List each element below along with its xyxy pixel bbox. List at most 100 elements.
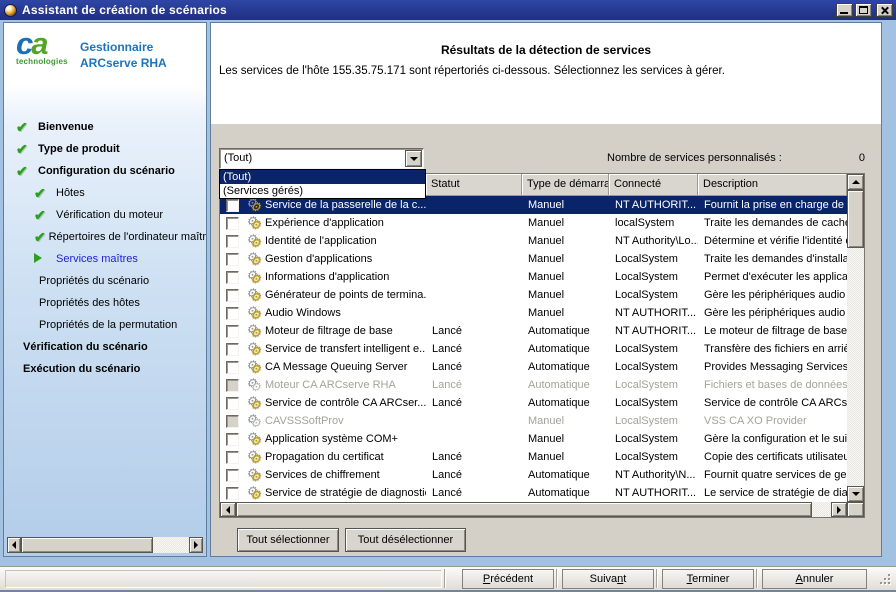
row-checkbox[interactable] bbox=[226, 469, 239, 482]
vertical-scroll-thumb[interactable] bbox=[847, 190, 864, 248]
cell-start-type: Manuel bbox=[522, 304, 609, 322]
cell-start-type: Manuel bbox=[522, 430, 609, 448]
sidebar-item-6[interactable]: ✔Répertoires de l'ordinateur maîtr bbox=[4, 226, 206, 248]
sidebar-item-9[interactable]: Propriétés des hôtes bbox=[4, 292, 206, 314]
table-row[interactable]: ⚙⚙Moteur CA ARCserve RHALancéAutomatique… bbox=[220, 376, 847, 394]
sidebar-item-8[interactable]: Propriétés du scénario bbox=[4, 270, 206, 292]
table-row[interactable]: ⚙⚙Informations d'applicationManuelLocalS… bbox=[220, 268, 847, 286]
row-checkbox[interactable] bbox=[226, 397, 239, 410]
cell-name: ⚙⚙Service de stratégie de diagnostic bbox=[220, 484, 426, 502]
sidebar-item-12[interactable]: Exécution du scénario bbox=[4, 358, 206, 380]
cell-name: ⚙⚙CAVSSSoftProv bbox=[220, 412, 426, 430]
sidebar-scroll-thumb[interactable] bbox=[21, 537, 153, 553]
cancel-button[interactable]: Annuler bbox=[762, 569, 867, 589]
table-row[interactable]: ⚙⚙CAVSSSoftProvManuelLocalSystemVSS CA X… bbox=[220, 412, 847, 430]
statusbar-separator bbox=[756, 569, 757, 588]
service-gear-icon: ⚙⚙ bbox=[246, 431, 264, 447]
column-header-Description[interactable]: Description bbox=[698, 174, 847, 196]
scroll-left-icon[interactable] bbox=[220, 502, 236, 517]
table-row[interactable]: ⚙⚙Service de stratégie de diagnosticLanc… bbox=[220, 484, 847, 502]
table-row[interactable]: ⚙⚙Expérience d'applicationManuellocalSys… bbox=[220, 214, 847, 232]
column-header-Type de démarra[interactable]: Type de démarra bbox=[522, 174, 609, 196]
service-gear-icon: ⚙⚙ bbox=[246, 467, 264, 483]
scroll-left-icon[interactable] bbox=[7, 537, 21, 553]
table-row[interactable]: ⚙⚙CA Message Queuing ServerLancéAutomati… bbox=[220, 358, 847, 376]
table-row[interactable]: ⚙⚙Moteur de filtrage de baseLancéAutomat… bbox=[220, 322, 847, 340]
statusbar-separator bbox=[444, 569, 445, 588]
select-all-button[interactable]: Tout sélectionner bbox=[237, 528, 339, 552]
table-row[interactable]: ⚙⚙Audio WindowsManuelNT AUTHORIT...Gère … bbox=[220, 304, 847, 322]
cell-description: Gère la configuration et le suivi d bbox=[698, 430, 847, 448]
table-horizontal-scrollbar[interactable] bbox=[220, 502, 864, 517]
row-checkbox[interactable] bbox=[226, 379, 239, 392]
service-name: CAVSSSoftProv bbox=[265, 412, 344, 430]
table-row[interactable]: ⚙⚙Gestion d'applicationsManuelLocalSyste… bbox=[220, 250, 847, 268]
row-checkbox[interactable] bbox=[226, 271, 239, 284]
table-row[interactable]: ⚙⚙Propagation du certificatLancéManuelLo… bbox=[220, 448, 847, 466]
deselect-all-button[interactable]: Tout désélectionner bbox=[345, 528, 466, 552]
chevron-down-icon[interactable] bbox=[405, 150, 422, 167]
row-checkbox[interactable] bbox=[226, 307, 239, 320]
row-checkbox[interactable] bbox=[226, 217, 239, 230]
sidebar-item-3[interactable]: ✔Configuration du scénario bbox=[4, 160, 206, 182]
row-checkbox[interactable] bbox=[226, 289, 239, 302]
scroll-up-icon[interactable] bbox=[847, 174, 864, 190]
maximize-button[interactable] bbox=[855, 3, 872, 17]
table-row[interactable]: ⚙⚙Services de chiffrementLancéAutomatiqu… bbox=[220, 466, 847, 484]
title-bar[interactable]: Assistant de création de scénarios bbox=[0, 0, 896, 20]
service-filter-combobox[interactable]: (Tout) bbox=[219, 148, 424, 169]
cell-description: Provides Messaging Services to bbox=[698, 358, 847, 376]
table-row[interactable]: ⚙⚙Identité de l'applicationManuelNT Auth… bbox=[220, 232, 847, 250]
horizontal-scroll-thumb[interactable] bbox=[236, 502, 812, 517]
row-checkbox[interactable] bbox=[226, 325, 239, 338]
row-checkbox[interactable] bbox=[226, 487, 239, 500]
row-checkbox[interactable] bbox=[226, 253, 239, 266]
column-header-Connecté[interactable]: Connecté bbox=[609, 174, 698, 196]
table-row[interactable]: ⚙⚙Générateur de points de termina...Manu… bbox=[220, 286, 847, 304]
sidebar-item-1[interactable]: ✔Bienvenue bbox=[4, 116, 206, 138]
sidebar-horizontal-scrollbar[interactable] bbox=[7, 537, 203, 553]
row-checkbox[interactable] bbox=[226, 199, 239, 212]
row-checkbox[interactable] bbox=[226, 361, 239, 374]
cell-start-type: Automatique bbox=[522, 466, 609, 484]
resize-grip[interactable] bbox=[880, 574, 892, 586]
table-vertical-scrollbar[interactable] bbox=[847, 174, 864, 502]
status-pane bbox=[5, 570, 442, 588]
service-gear-icon: ⚙⚙ bbox=[246, 395, 264, 411]
sidebar-item-2[interactable]: ✔Type de produit bbox=[4, 138, 206, 160]
check-icon: ✔ bbox=[34, 185, 54, 202]
sidebar-item-5[interactable]: ✔Vérification du moteur bbox=[4, 204, 206, 226]
minimize-button[interactable] bbox=[836, 3, 853, 17]
previous-button[interactable]: Précédent bbox=[462, 569, 554, 589]
cell-description: Copie des certificats utilisateur e bbox=[698, 448, 847, 466]
table-row[interactable]: ⚙⚙Service de contrôle CA ARCser...LancéA… bbox=[220, 394, 847, 412]
sidebar-item-11[interactable]: Vérification du scénario bbox=[4, 336, 206, 358]
row-checkbox[interactable] bbox=[226, 451, 239, 464]
sidebar-item-4[interactable]: ✔Hôtes bbox=[4, 182, 206, 204]
row-checkbox[interactable] bbox=[226, 433, 239, 446]
service-gear-icon: ⚙⚙ bbox=[246, 377, 264, 393]
column-header-Statut[interactable]: Statut bbox=[426, 174, 522, 196]
table-row[interactable]: ⚙⚙Service de transfert intelligent e...L… bbox=[220, 340, 847, 358]
service-name: Identité de l'application bbox=[265, 232, 377, 250]
cell-name: ⚙⚙Gestion d'applications bbox=[220, 250, 426, 268]
sidebar-item-10[interactable]: Propriétés de la permutation bbox=[4, 314, 206, 336]
row-checkbox[interactable] bbox=[226, 343, 239, 356]
cell-name: ⚙⚙Moteur de filtrage de base bbox=[220, 322, 426, 340]
scroll-down-icon[interactable] bbox=[847, 486, 864, 502]
filter-option[interactable]: (Services gérés) bbox=[220, 184, 425, 198]
cell-start-type: Manuel bbox=[522, 196, 609, 214]
next-button[interactable]: Suivant bbox=[562, 569, 654, 589]
footer-bar: Précédent Suivant Terminer Annuler bbox=[0, 566, 896, 590]
close-button[interactable] bbox=[876, 3, 893, 17]
scroll-right-icon[interactable] bbox=[831, 502, 847, 517]
scroll-right-icon[interactable] bbox=[189, 537, 203, 553]
finish-button[interactable]: Terminer bbox=[662, 569, 754, 589]
row-checkbox[interactable] bbox=[226, 235, 239, 248]
cell-status bbox=[426, 286, 522, 304]
cell-description: Permet d'exécuter les applicatio bbox=[698, 268, 847, 286]
row-checkbox[interactable] bbox=[226, 415, 239, 428]
sidebar-item-7[interactable]: Services maîtres bbox=[4, 248, 206, 270]
table-row[interactable]: ⚙⚙Application système COM+ManuelLocalSys… bbox=[220, 430, 847, 448]
filter-option[interactable]: (Tout) bbox=[220, 170, 425, 184]
